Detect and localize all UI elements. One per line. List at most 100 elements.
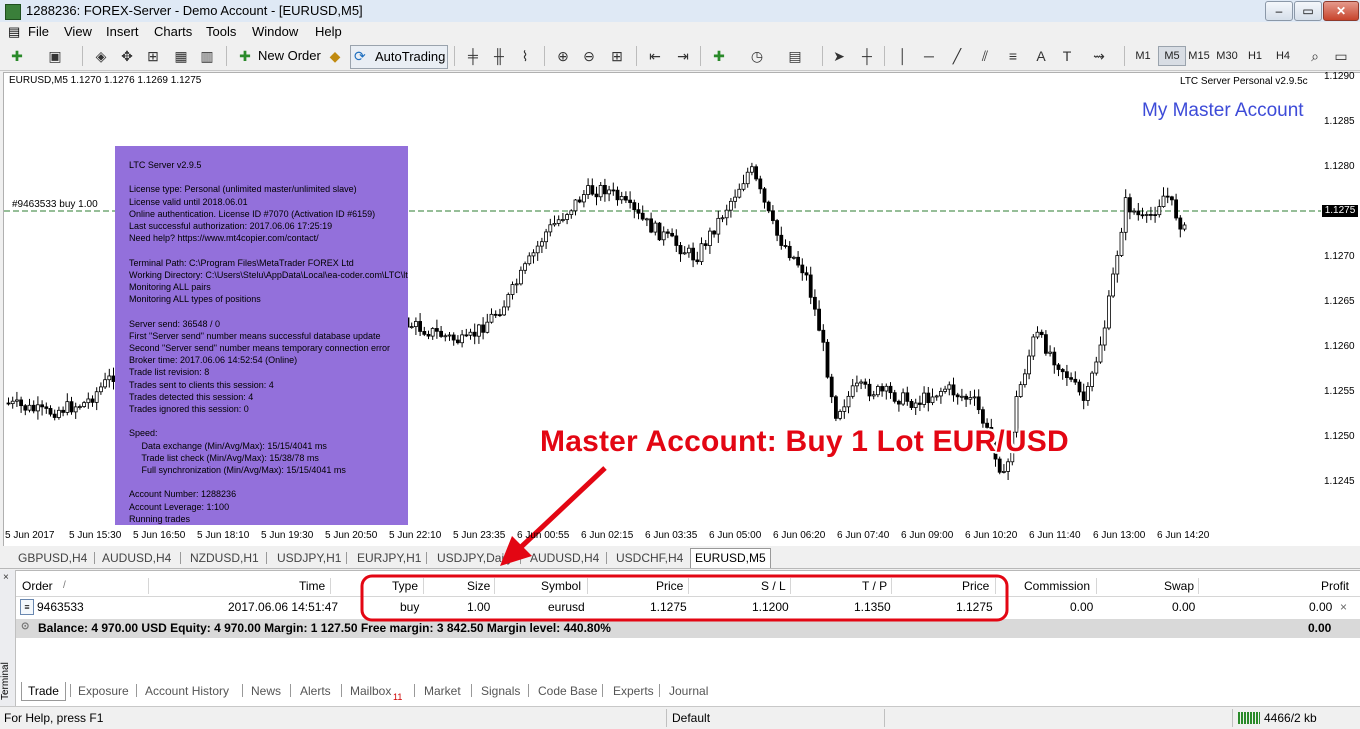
equidistant-channel-icon[interactable]: ⫽: [976, 47, 994, 65]
indicators-icon[interactable]: ✚: [710, 47, 728, 65]
close-button[interactable]: ✕: [1323, 1, 1359, 21]
cursor-icon[interactable]: ➤: [830, 47, 848, 65]
minimize-button[interactable]: ‒: [1265, 1, 1293, 21]
candle: [649, 212, 653, 234]
col-size[interactable]: Size: [467, 576, 490, 596]
zoom-in-icon[interactable]: ⊕: [554, 47, 572, 65]
candle: [913, 398, 918, 415]
menu-charts[interactable]: Charts: [154, 24, 192, 39]
autotrading-icon: ⟳: [354, 48, 366, 64]
navigator-icon[interactable]: ✥: [118, 47, 136, 65]
trendline-icon[interactable]: ╱: [948, 47, 966, 65]
crosshair-icon[interactable]: ┼: [858, 47, 876, 65]
periods-icon[interactable]: ◷: [748, 47, 766, 65]
col-time[interactable]: Time: [299, 576, 325, 596]
data-window-icon[interactable]: ⊞: [144, 47, 162, 65]
tab-mailbox[interactable]: Mailbox: [350, 682, 391, 700]
tab-code-base[interactable]: Code Base: [538, 682, 597, 700]
menu-window[interactable]: Window: [252, 24, 298, 39]
chart-tab-usdjpy-h1[interactable]: USDJPY,H1: [273, 549, 345, 567]
timeframe-m15[interactable]: M15: [1186, 46, 1212, 66]
col-profit[interactable]: Profit: [1321, 576, 1349, 596]
col-symbol[interactable]: Symbol: [541, 576, 581, 596]
tab-experts[interactable]: Experts: [613, 682, 654, 700]
text-icon[interactable]: A: [1032, 47, 1050, 65]
terminal-close-button[interactable]: ×: [3, 572, 9, 583]
tab-exposure[interactable]: Exposure: [78, 682, 129, 700]
terminal-icon[interactable]: ▦: [172, 47, 190, 65]
app-icon: [5, 4, 21, 20]
new-order-button[interactable]: New Order: [258, 48, 321, 68]
tab-market[interactable]: Market: [424, 682, 461, 700]
chart-shift-icon[interactable]: ⇥: [674, 47, 692, 65]
tab-trade[interactable]: Trade: [21, 682, 66, 701]
autoscroll-icon[interactable]: ⇤: [646, 47, 664, 65]
tab-alerts[interactable]: Alerts: [300, 682, 331, 700]
strategy-tester-icon[interactable]: ▥: [198, 47, 216, 65]
horizontal-line-icon[interactable]: ─: [920, 47, 938, 65]
new-chart-icon[interactable]: ✚: [8, 47, 26, 65]
candle: [716, 210, 721, 243]
candle: [951, 377, 956, 402]
col-order[interactable]: Order: [22, 576, 53, 596]
terminal-sidebar: Terminal: [0, 570, 16, 706]
menu-view[interactable]: View: [64, 24, 92, 39]
chart-tab-audusd-h4[interactable]: AUDUSD,H4: [98, 549, 175, 567]
chart-tab-audusd-h4-2[interactable]: AUDUSD,H4: [526, 549, 603, 567]
timeframe-h1[interactable]: H1: [1242, 46, 1268, 66]
vertical-line-icon[interactable]: │: [894, 47, 912, 65]
bar-chart-icon[interactable]: ╪: [464, 47, 482, 65]
col-current-price[interactable]: Price: [962, 576, 989, 596]
search-icon[interactable]: ⌕: [1306, 47, 1324, 65]
metaeditor-icon[interactable]: ◆: [326, 47, 344, 65]
chat-icon[interactable]: ▭: [1332, 47, 1350, 65]
tile-windows-icon[interactable]: ⊞: [608, 47, 626, 65]
market-watch-icon[interactable]: ◈: [92, 47, 110, 65]
tab-journal[interactable]: Journal: [669, 682, 708, 700]
timeframe-m5[interactable]: M5: [1158, 46, 1186, 66]
col-commission[interactable]: Commission: [1024, 576, 1090, 596]
menu-tools[interactable]: Tools: [206, 24, 236, 39]
menu-file-icon: ▤: [8, 24, 21, 39]
candle: [1094, 356, 1099, 376]
chart-tab-eurjpy-h1[interactable]: EURJPY,H1: [353, 549, 425, 567]
table-row[interactable]: [16, 597, 1360, 617]
autotrading-button[interactable]: ⟳ AutoTrading: [350, 45, 448, 69]
menu-file[interactable]: File: [28, 24, 49, 39]
col-type[interactable]: Type: [392, 576, 418, 596]
close-order-icon[interactable]: ×: [1340, 598, 1347, 616]
ltc-info-line: Full synchronization (Min/Avg/Max): 15/1…: [129, 465, 346, 475]
col-tp[interactable]: T / P: [862, 576, 887, 596]
timeframe-m1[interactable]: M1: [1130, 46, 1156, 66]
candle: [804, 266, 809, 281]
menu-help[interactable]: Help: [315, 24, 342, 39]
chart-tab-gbpusd-h4[interactable]: GBPUSD,H4: [14, 549, 91, 567]
candle: [439, 325, 444, 338]
col-swap[interactable]: Swap: [1164, 576, 1194, 596]
col-price[interactable]: Price: [656, 576, 683, 596]
fibonacci-icon[interactable]: ≡: [1004, 47, 1022, 65]
maximize-button[interactable]: ▭: [1294, 1, 1322, 21]
time-tick-label: 5 Jun 19:30: [261, 530, 314, 541]
col-sl[interactable]: S / L: [761, 576, 786, 596]
arrows-icon[interactable]: ⇝: [1090, 47, 1108, 65]
order-line-label: #9463533 buy 1.00: [12, 199, 98, 210]
tab-account-history[interactable]: Account History: [145, 682, 229, 700]
text-label-icon[interactable]: T: [1058, 47, 1076, 65]
timeframe-h4[interactable]: H4: [1270, 46, 1296, 66]
candle: [94, 387, 99, 411]
chart-tab-nzdusd-h1[interactable]: NZDUSD,H1: [186, 549, 263, 567]
new-order-icon[interactable]: ✚: [236, 47, 254, 65]
templates-icon[interactable]: ▤: [786, 47, 804, 65]
tab-news[interactable]: News: [251, 682, 281, 700]
line-chart-icon[interactable]: ⌇: [516, 47, 534, 65]
menu-insert[interactable]: Insert: [106, 24, 139, 39]
tab-signals[interactable]: Signals: [481, 682, 520, 700]
chart-tab-usdjpy-daily[interactable]: USDJPY,Daily: [433, 549, 517, 567]
profiles-icon[interactable]: ▣: [46, 47, 64, 65]
chart-tab-eurusd-m5[interactable]: EURUSD,M5: [690, 548, 771, 568]
candlestick-icon[interactable]: ╫: [490, 47, 508, 65]
timeframe-m30[interactable]: M30: [1214, 46, 1240, 66]
chart-tab-usdchf-h4[interactable]: USDCHF,H4: [612, 549, 687, 567]
zoom-out-icon[interactable]: ⊖: [580, 47, 598, 65]
